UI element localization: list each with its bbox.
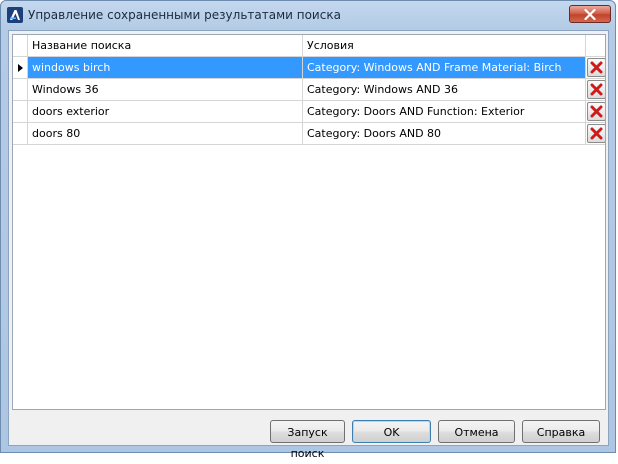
red-x-icon — [590, 83, 603, 96]
run-search-button[interactable]: Запуск поиск — [270, 420, 345, 460]
help-button[interactable]: Справка — [522, 420, 600, 443]
column-header-search-name[interactable]: Название поиска — [28, 35, 303, 56]
window-title: Управление сохраненными результатами пои… — [28, 8, 341, 22]
row-indicator — [13, 101, 28, 122]
red-x-icon — [590, 61, 603, 74]
table-row[interactable]: doors 80 Category: Doors AND 80 — [13, 123, 605, 145]
delete-search-button[interactable] — [587, 102, 605, 121]
row-indicator — [13, 123, 28, 144]
search-name-cell[interactable]: doors 80 — [28, 123, 303, 144]
ok-button[interactable]: OK — [352, 420, 431, 443]
delete-search-button[interactable] — [587, 80, 605, 99]
search-name-cell[interactable]: Windows 36 — [28, 79, 303, 100]
delete-search-button[interactable] — [587, 124, 605, 143]
delete-cell — [586, 57, 605, 78]
column-header-conditions[interactable]: Условия — [303, 35, 586, 56]
saved-searches-grid[interactable]: Название поиска Условия windows birch Ca… — [12, 34, 606, 410]
red-x-icon — [590, 127, 603, 140]
dialog-client-area: Название поиска Условия windows birch Ca… — [8, 30, 609, 460]
header-corner — [13, 35, 28, 56]
red-x-icon — [590, 105, 603, 118]
close-button[interactable] — [569, 5, 611, 23]
grid-header: Название поиска Условия — [13, 35, 605, 57]
conditions-cell[interactable]: Category: Windows AND Frame Material: Bi… — [303, 57, 586, 78]
conditions-cell[interactable]: Category: Doors AND 80 — [303, 123, 586, 144]
conditions-cell[interactable]: Category: Windows AND 36 — [303, 79, 586, 100]
table-row[interactable]: Windows 36 Category: Windows AND 36 — [13, 79, 605, 101]
table-row[interactable]: doors exterior Category: Doors AND Funct… — [13, 101, 605, 123]
delete-cell — [586, 123, 605, 144]
cancel-button[interactable]: Отмена — [438, 420, 515, 443]
delete-cell — [586, 101, 605, 122]
delete-cell — [586, 79, 605, 100]
close-icon — [584, 9, 596, 20]
search-name-cell[interactable]: windows birch — [28, 57, 303, 78]
dialog-window: Управление сохраненными результатами пои… — [0, 0, 616, 460]
current-row-arrow-icon — [18, 64, 23, 72]
table-row[interactable]: windows birch Category: Windows AND Fram… — [13, 57, 605, 79]
app-logo-icon — [7, 7, 23, 23]
title-bar[interactable]: Управление сохраненными результатами пои… — [1, 1, 615, 29]
search-name-cell[interactable]: doors exterior — [28, 101, 303, 122]
row-indicator — [13, 57, 28, 78]
delete-search-button[interactable] — [587, 58, 605, 77]
row-indicator — [13, 79, 28, 100]
conditions-cell[interactable]: Category: Doors AND Function: Exterior — [303, 101, 586, 122]
